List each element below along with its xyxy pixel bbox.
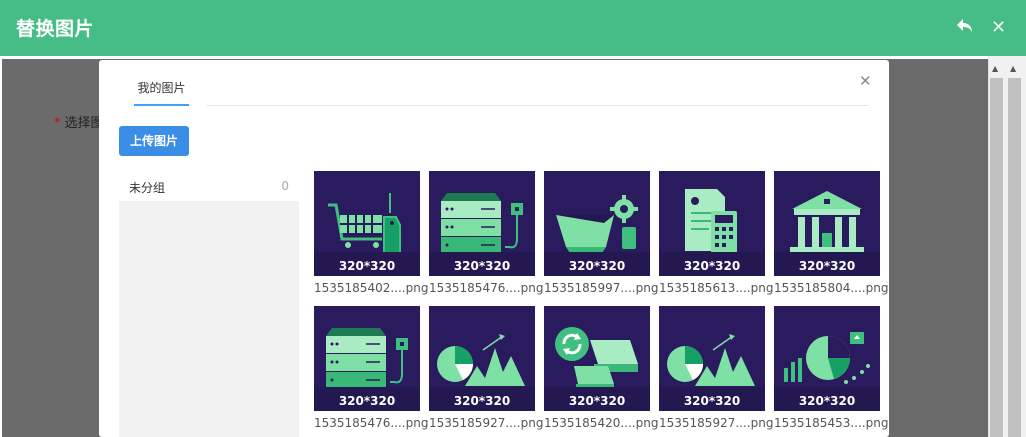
image-thumbnail[interactable]: 320*320 xyxy=(429,306,535,411)
image-grid: 320*320 1535185402....png 320*320 153518… xyxy=(314,171,888,437)
image-filename: 1535185613....png xyxy=(659,281,774,295)
image-picker-dialog: ✕ 我的图片 上传图片 未分组 0 320*320 1535185402....… xyxy=(99,60,889,437)
image-size-label: 320*320 xyxy=(453,259,511,273)
image-filename: 1535185804....png xyxy=(774,281,889,295)
image-thumbnail[interactable]: 320*320 xyxy=(429,171,535,276)
reply-arrow-icon[interactable] xyxy=(955,16,975,36)
group-sidebar: 未分组 0 xyxy=(119,171,299,437)
group-item-ungrouped[interactable]: 未分组 0 xyxy=(119,171,299,201)
image-size-label: 320*320 xyxy=(798,394,856,408)
image-filename: 1535185476....png xyxy=(314,416,429,430)
header-bar: 替换图片 ✕ xyxy=(0,0,1026,56)
scrollbar-thumb[interactable] xyxy=(990,78,1003,437)
scrollbar-thumb[interactable] xyxy=(1008,78,1021,437)
image-size-label: 320*320 xyxy=(683,394,741,408)
tab-divider-gap xyxy=(190,105,206,107)
tab-bar: 我的图片 xyxy=(134,60,869,107)
image-filename: 1535185997....png xyxy=(544,281,659,295)
vertical-scrollbar[interactable]: ▲ ▲ xyxy=(988,56,1026,437)
image-filename: 1535185402....png xyxy=(314,281,429,295)
image-thumbnail[interactable]: 320*320 xyxy=(774,171,880,276)
image-size-label: 320*320 xyxy=(568,259,626,273)
image-thumbnail[interactable]: 320*320 xyxy=(774,306,880,411)
image-filename: 1535185927....png xyxy=(429,416,544,430)
image-filename: 1535185476....png xyxy=(429,281,544,295)
image-filename: 1535185927....png xyxy=(659,416,774,430)
upload-image-button[interactable]: 上传图片 xyxy=(119,126,189,156)
image-thumbnail[interactable]: 320*320 xyxy=(544,306,650,411)
image-size-label: 320*320 xyxy=(338,259,396,273)
image-size-label: 320*320 xyxy=(453,394,511,408)
image-size-label: 320*320 xyxy=(798,259,856,273)
image-size-label: 320*320 xyxy=(338,394,396,408)
image-thumbnail[interactable]: 320*320 xyxy=(544,171,650,276)
image-size-label: 320*320 xyxy=(683,259,741,273)
image-filename: 1535185420....png xyxy=(544,416,659,430)
image-filename: 1535185453....png xyxy=(774,416,889,430)
image-thumbnail[interactable]: 320*320 xyxy=(659,171,765,276)
group-name: 未分组 xyxy=(129,181,166,195)
select-field-label: * 选择图 xyxy=(54,116,104,131)
tab-my-images[interactable]: 我的图片 xyxy=(134,79,189,106)
close-icon[interactable]: ✕ xyxy=(991,17,1006,38)
image-size-label: 320*320 xyxy=(568,394,626,408)
page-title: 替换图片 xyxy=(16,18,95,40)
image-thumbnail[interactable]: 320*320 xyxy=(314,171,420,276)
scroll-up-icon[interactable]: ▲ xyxy=(1010,64,1016,73)
image-thumbnail[interactable]: 320*320 xyxy=(314,306,420,411)
image-thumbnail[interactable]: 320*320 xyxy=(659,306,765,411)
group-count: 0 xyxy=(281,179,289,193)
scroll-up-icon[interactable]: ▲ xyxy=(992,64,998,73)
